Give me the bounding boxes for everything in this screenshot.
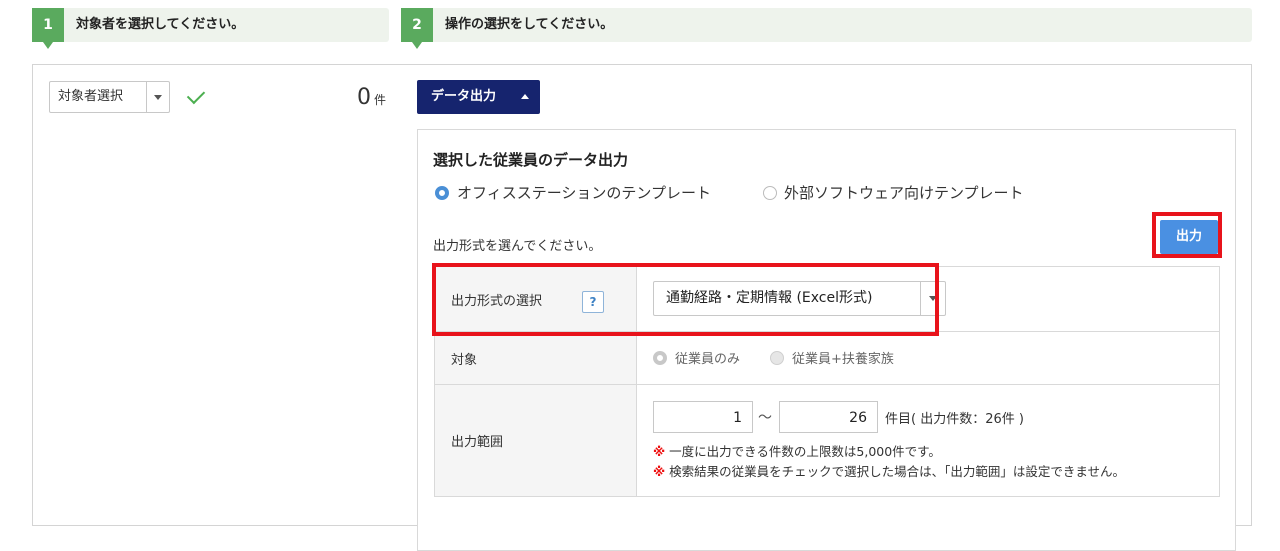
row-label-cell: 出力範囲 xyxy=(434,384,637,497)
radio-employee-family[interactable] xyxy=(770,351,784,365)
format-select-highlight xyxy=(432,263,939,336)
data-output-button[interactable]: データ出力 xyxy=(417,80,540,114)
note-text: 一度に出力できる件数の上限数は5,000件です。 xyxy=(669,444,941,459)
row-value-cell: 1 〜 26 件目( 出力件数：26件 ) ※ 一度に出力できる件数の上限数は5… xyxy=(636,384,1220,497)
note-mark: ※ xyxy=(653,444,666,459)
range-suffix: 件目( 出力件数：26件 ) xyxy=(885,412,1024,427)
radio-employee-family-label[interactable]: 従業員+扶養家族 xyxy=(792,348,894,367)
range-note-1: ※ 一度に出力できる件数の上限数は5,000件です。 xyxy=(653,441,941,460)
row-label-cell: 対象 xyxy=(434,331,637,385)
selected-count: 0件 xyxy=(357,85,386,110)
step-label: 対象者を選択してください。 xyxy=(76,17,245,32)
step-1-header: 1 対象者を選択してください。 xyxy=(32,8,389,49)
note-mark: ※ xyxy=(653,464,666,479)
data-output-section: 選択した従業員のデータ出力 オフィスステーションのテンプレート 外部ソフトウェア… xyxy=(417,129,1236,551)
step-number: 2 xyxy=(401,8,433,49)
format-hint: 出力形式を選んでください。 xyxy=(433,239,602,254)
check-icon xyxy=(186,85,206,105)
radio-employee-only-label[interactable]: 従業員のみ xyxy=(675,348,740,367)
target-row-label: 対象 xyxy=(451,352,478,368)
target-select-panel: 対象者選択 0件 xyxy=(32,64,403,526)
range-to-input[interactable]: 26 xyxy=(779,401,878,433)
range-from-input[interactable]: 1 xyxy=(653,401,753,433)
range-note-2: ※ 検索結果の従業員をチェックで選択した場合は、「出力範囲」は設定できません。 xyxy=(653,461,1125,480)
radio-external-template[interactable] xyxy=(763,186,777,200)
target-select-label: 対象者選択 xyxy=(58,89,124,104)
chevron-up-icon xyxy=(521,94,529,99)
count-unit: 件 xyxy=(373,93,386,107)
output-button-highlight xyxy=(1152,212,1222,258)
row-value-cell: 従業員のみ 従業員+扶養家族 xyxy=(636,331,1220,385)
target-select-dropdown[interactable]: 対象者選択 xyxy=(49,81,170,113)
section-title: 選択した従業員のデータ出力 xyxy=(433,151,629,169)
step-label: 操作の選択をしてください。 xyxy=(445,17,614,32)
chevron-down-icon xyxy=(154,95,162,100)
dropdown-toggle[interactable] xyxy=(146,82,169,112)
step-2-header: 2 操作の選択をしてください。 xyxy=(401,8,1252,49)
range-row-label: 出力範囲 xyxy=(451,435,504,450)
count-value: 0 xyxy=(356,85,371,110)
radio-office-template[interactable] xyxy=(435,186,449,200)
step-number: 1 xyxy=(32,8,64,49)
range-tilde: 〜 xyxy=(758,410,772,426)
radio-office-template-label[interactable]: オフィスステーションのテンプレート xyxy=(457,182,711,203)
radio-external-template-label[interactable]: 外部ソフトウェア向けテンプレート xyxy=(784,182,1024,203)
table-row: 出力範囲 1 〜 26 件目( 出力件数：26件 ) ※ 一度に出力できる件数の… xyxy=(434,384,1220,497)
table-row: 対象 従業員のみ 従業員+扶養家族 xyxy=(434,331,1220,385)
radio-employee-only[interactable] xyxy=(653,351,667,365)
data-output-label: データ出力 xyxy=(431,89,497,104)
note-text: 検索結果の従業員をチェックで選択した場合は、「出力範囲」は設定できません。 xyxy=(669,464,1126,479)
